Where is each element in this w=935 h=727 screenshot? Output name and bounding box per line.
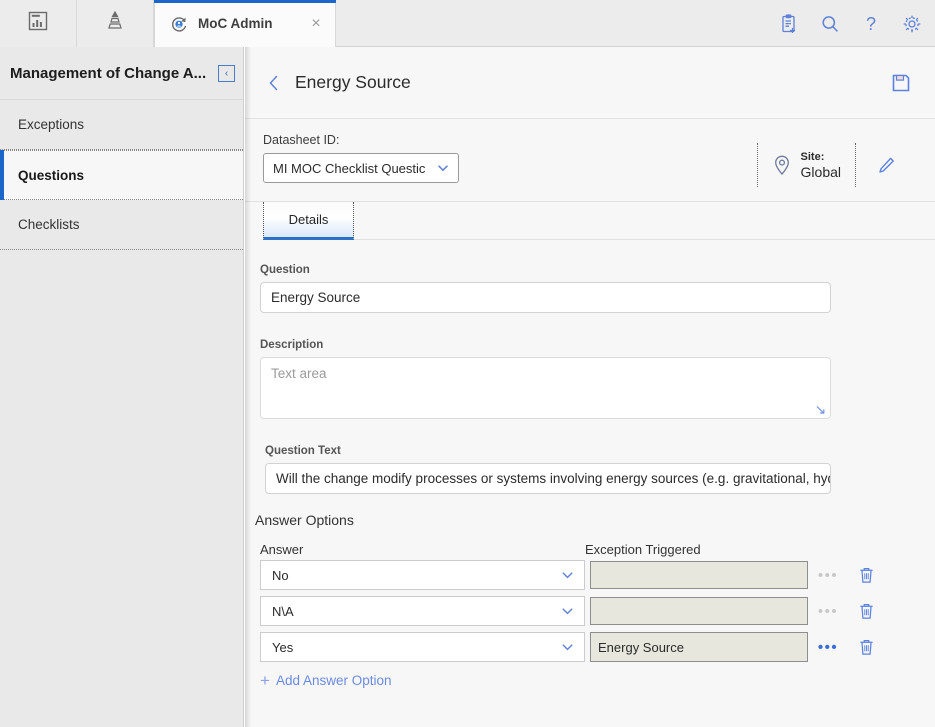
svg-text:?: ? xyxy=(866,14,876,34)
back-icon[interactable] xyxy=(263,72,285,94)
answer-options-header: Answer Exception Triggered xyxy=(260,542,917,557)
col-header-exception: Exception Triggered xyxy=(585,542,701,557)
col-header-answer: Answer xyxy=(260,542,304,557)
datasheet-id-select[interactable]: MI MOC Checklist Questic xyxy=(263,153,459,183)
chevron-down-icon xyxy=(560,640,575,655)
question-text-label: Question Text xyxy=(265,445,341,457)
help-icon[interactable]: ? xyxy=(860,13,882,35)
resize-handle-icon[interactable] xyxy=(814,403,827,416)
top-left-tabs: MoC Admin × xyxy=(0,0,336,47)
top-tab-bar: MoC Admin × ? xyxy=(0,0,935,47)
tab-strip: Details xyxy=(245,201,935,240)
chevron-down-icon xyxy=(560,568,575,583)
question-text-input[interactable]: Will the change modify processes or syst… xyxy=(265,463,831,494)
tab-details[interactable]: Details xyxy=(263,202,354,240)
site-edit-wrap xyxy=(856,155,917,176)
site-inner: Site: Global xyxy=(758,150,855,181)
search-icon[interactable] xyxy=(819,13,841,35)
new-document-icon[interactable] xyxy=(778,13,800,35)
answer-options-table: Answer Exception Triggered No ••• N\A ••… xyxy=(260,542,917,690)
exception-triggered-value: Energy Source xyxy=(598,639,684,655)
answer-options-title: Answer Options xyxy=(255,512,354,528)
answer-select-value: Yes xyxy=(272,639,294,655)
question-text-value: Will the change modify processes or syst… xyxy=(276,471,830,486)
row-menu-icon[interactable]: ••• xyxy=(808,639,848,656)
sidebar-item-exceptions[interactable]: Exceptions xyxy=(0,100,243,150)
moc-refresh-icon xyxy=(169,14,189,34)
dashboard-icon xyxy=(27,10,49,37)
site-info-block: Site: Global xyxy=(756,139,917,191)
details-form: Question Energy Source Description Text … xyxy=(245,240,935,690)
add-answer-option-label: Add Answer Option xyxy=(275,673,392,688)
add-answer-option-button[interactable]: + Add Answer Option xyxy=(260,670,917,690)
close-icon[interactable]: × xyxy=(307,15,325,33)
hierarchy-icon xyxy=(103,9,127,38)
plus-icon: + xyxy=(260,670,270,690)
hierarchy-icon-tab[interactable] xyxy=(77,0,154,47)
answer-select[interactable]: No xyxy=(260,560,585,590)
site-value: Global xyxy=(800,163,841,180)
table-row: No ••• xyxy=(260,557,917,593)
chevron-down-icon xyxy=(436,161,450,175)
description-label: Description xyxy=(260,339,324,351)
question-label: Question xyxy=(260,264,310,276)
left-sidebar: Management of Change A... ‹ Exceptions Q… xyxy=(0,47,244,727)
datasheet-row: Datasheet ID: MI MOC Checklist Questic S… xyxy=(245,119,935,191)
exception-triggered-input[interactable]: Energy Source xyxy=(590,632,808,662)
datasheet-label: Datasheet ID: xyxy=(263,133,340,147)
delete-row-icon[interactable] xyxy=(848,602,884,620)
question-input-value: Energy Source xyxy=(271,290,361,305)
row-menu-icon[interactable]: ••• xyxy=(808,603,848,620)
page-title: Energy Source xyxy=(295,72,411,92)
tab-details-label: Details xyxy=(288,212,329,227)
pencil-icon[interactable] xyxy=(876,155,897,176)
table-row: Yes Energy Source ••• xyxy=(260,629,917,665)
sidebar-empty-area xyxy=(0,250,243,720)
description-textarea[interactable]: Text area xyxy=(260,357,831,419)
app-tab-moc-admin[interactable]: MoC Admin × xyxy=(154,0,336,47)
description-placeholder: Text area xyxy=(271,366,327,381)
chevron-down-icon xyxy=(560,604,575,619)
location-pin-icon xyxy=(772,154,792,176)
answer-select[interactable]: Yes xyxy=(260,632,585,662)
datasheet-selector-group: Datasheet ID: MI MOC Checklist Questic xyxy=(263,133,757,183)
question-input[interactable]: Energy Source xyxy=(260,282,831,313)
save-floppy-icon[interactable] xyxy=(889,71,913,95)
delete-row-icon[interactable] xyxy=(848,566,884,584)
main-content-panel: Energy Source Datasheet ID: MI MOC Check… xyxy=(245,47,935,727)
answer-select[interactable]: N\A xyxy=(260,596,585,626)
site-text-group: Site: Global xyxy=(801,150,841,181)
sidebar-item-label: Questions xyxy=(18,167,85,183)
page-header: Energy Source xyxy=(245,47,935,119)
dashboard-icon-tab[interactable] xyxy=(0,0,77,47)
app-tab-label: MoC Admin xyxy=(198,16,273,31)
sidebar-item-checklists[interactable]: Checklists xyxy=(0,200,243,250)
gear-icon[interactable] xyxy=(901,13,923,35)
sidebar-item-questions[interactable]: Questions xyxy=(0,150,243,200)
exception-triggered-input xyxy=(590,597,808,625)
sidebar-collapse-button[interactable]: ‹ xyxy=(218,64,235,82)
sidebar-title: Management of Change A... xyxy=(10,64,207,82)
answer-select-value: N\A xyxy=(272,603,294,619)
delete-row-icon[interactable] xyxy=(848,638,884,656)
exception-triggered-input xyxy=(590,561,808,589)
site-label: Site: xyxy=(800,150,825,163)
sidebar-header: Management of Change A... ‹ xyxy=(0,47,243,99)
datasheet-id-value: MI MOC Checklist Questic xyxy=(273,160,426,176)
top-right-actions: ? xyxy=(778,0,923,47)
answer-select-value: No xyxy=(272,567,289,583)
row-menu-icon[interactable]: ••• xyxy=(808,567,848,584)
sidebar-item-label: Checklists xyxy=(18,217,80,232)
table-row: N\A ••• xyxy=(260,593,917,629)
sidebar-nav-list: Exceptions Questions Checklists xyxy=(0,99,243,250)
sidebar-item-label: Exceptions xyxy=(18,117,85,132)
